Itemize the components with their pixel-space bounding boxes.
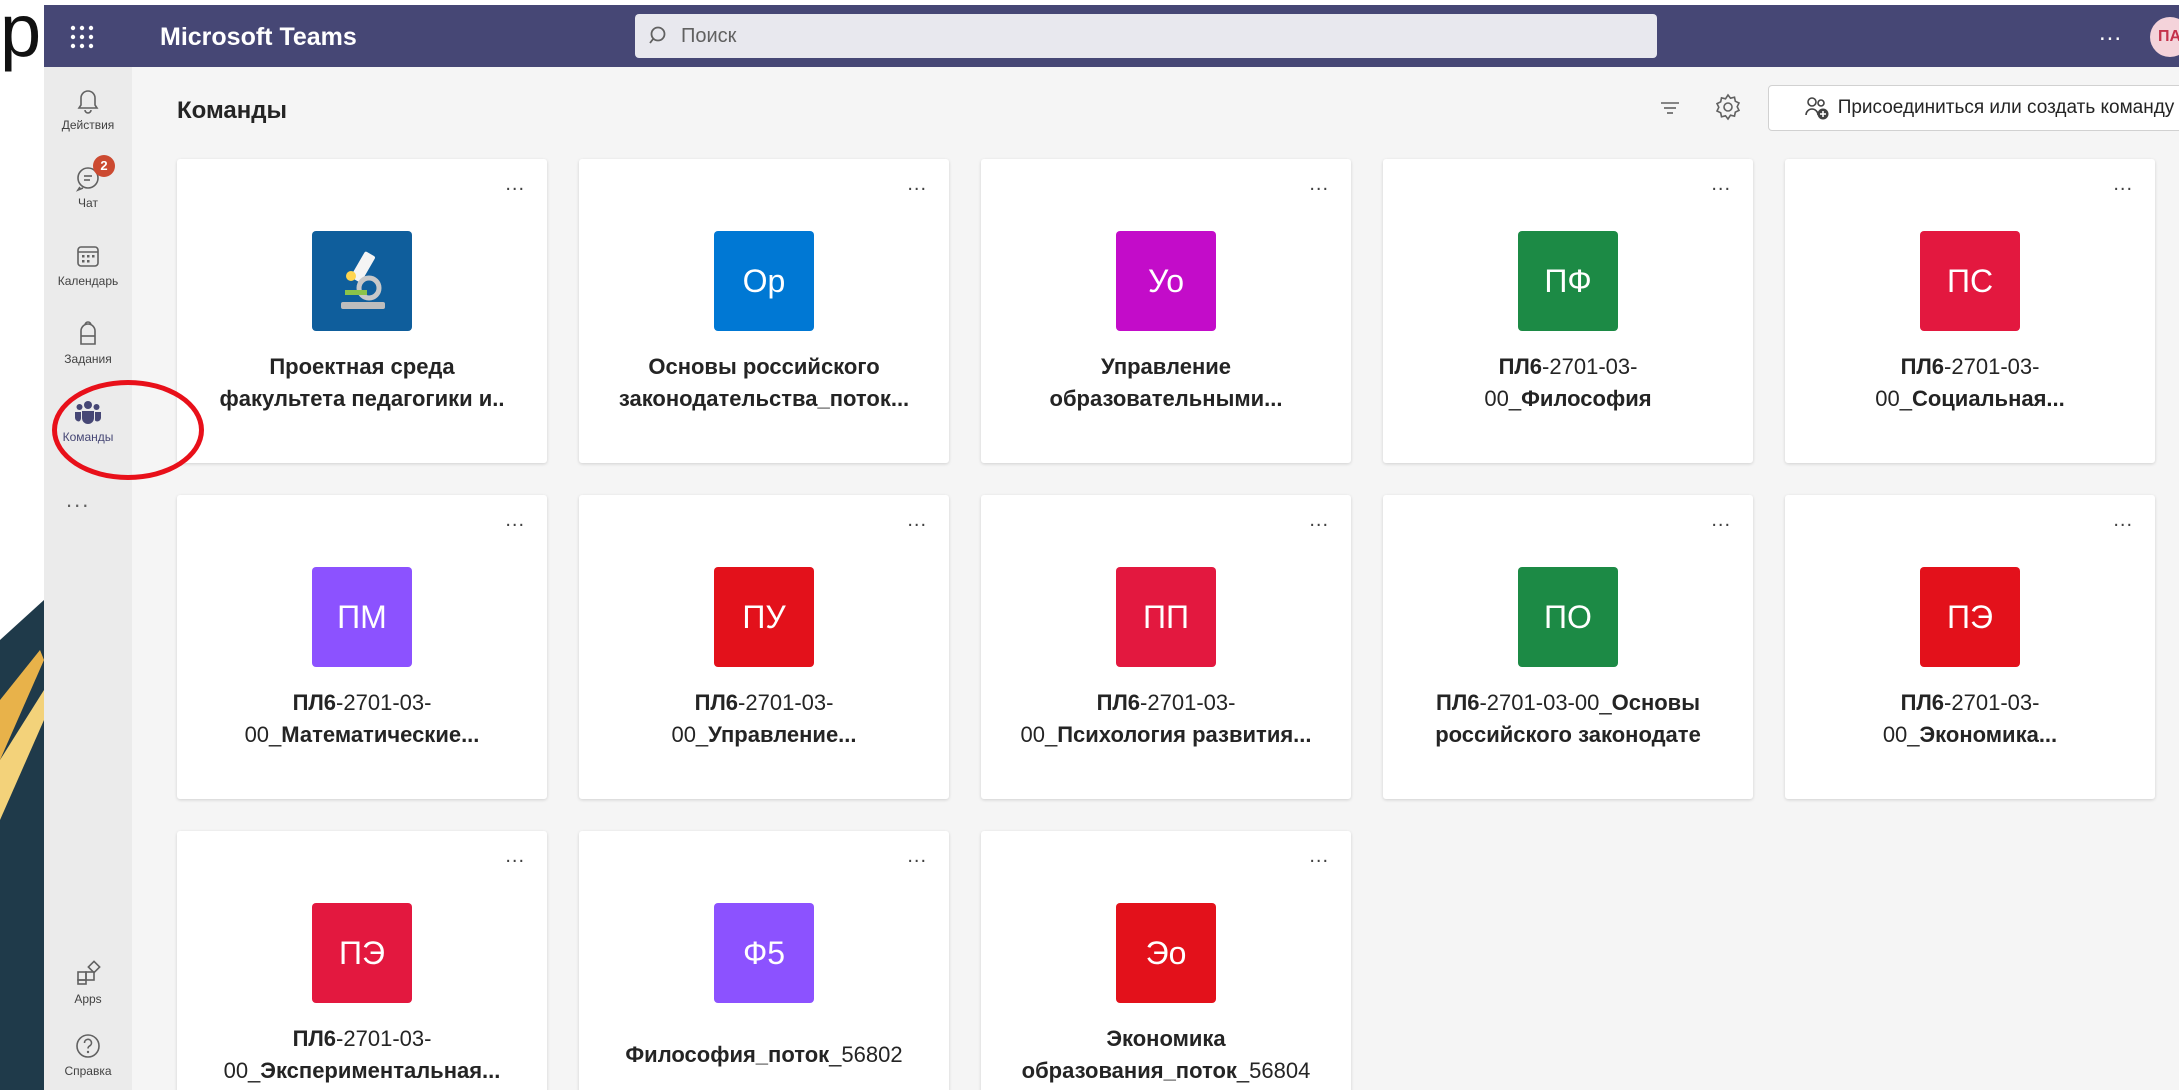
rail-more-apps[interactable]: ... <box>66 487 90 513</box>
team-more-options-button[interactable]: ... <box>1309 509 1329 532</box>
rail-label: Календарь <box>57 274 119 288</box>
team-more-options-button[interactable]: ... <box>907 845 927 868</box>
search-icon <box>649 26 666 44</box>
team-avatar-tile: ПО <box>1518 567 1618 667</box>
filter-icon[interactable] <box>1657 95 1683 121</box>
team-name: Экономика образования_поток_56804 <box>1021 1026 1311 1083</box>
app-bar: Действия 2 Чат Календарь Задания Команды… <box>44 67 132 1090</box>
search-box[interactable] <box>635 14 1657 58</box>
team-card[interactable]: ... ПУ ПЛ6-2701-03- 00_Управление... <box>579 495 949 799</box>
rail-item-apps[interactable]: Apps <box>44 959 132 1006</box>
team-avatar-tile: ПП <box>1116 567 1216 667</box>
rail-label: Действия <box>61 118 115 132</box>
team-more-options-button[interactable]: ... <box>1711 509 1731 532</box>
team-more-options-button[interactable]: ... <box>1711 173 1731 196</box>
user-avatar[interactable]: ПА <box>2150 17 2179 57</box>
search-input[interactable] <box>679 23 1583 49</box>
app-launcher-icon[interactable] <box>62 17 102 57</box>
bell-icon <box>77 90 99 114</box>
join-or-create-team-button[interactable]: Присоединиться или создать команду <box>1768 85 2179 131</box>
team-card[interactable]: ... ПФ ПЛ6-2701-03- 00_Философия <box>1383 159 1753 463</box>
slide-decoration <box>0 600 44 1090</box>
team-card[interactable]: ... ПМ ПЛ6-2701-03- 00_Математические... <box>177 495 547 799</box>
rail-item-calendar[interactable]: Календарь <box>44 241 132 288</box>
team-name: ПЛ6-2701-03- 00_Управление... <box>671 690 857 747</box>
rail-item-help[interactable]: Справка <box>44 1031 132 1078</box>
teams-main: Команды Присоединиться или создать коман… <box>132 67 2179 1090</box>
team-card[interactable]: ... Эо Экономика образования_поток_56804 <box>981 831 1351 1090</box>
team-more-options-button[interactable]: ... <box>2113 173 2133 196</box>
calendar-icon <box>77 246 99 267</box>
team-card[interactable]: ... ПЭ ПЛ6-2701-03- 00_Экспериментальная... <box>177 831 547 1090</box>
backpack-icon <box>80 321 96 345</box>
team-avatar-tile <box>312 231 412 331</box>
team-avatar-tile: ПФ <box>1518 231 1618 331</box>
team-more-options-button[interactable]: ... <box>907 173 927 196</box>
microscope-icon <box>341 251 385 309</box>
team-card[interactable]: ... ПС ПЛ6-2701-03- 00_Социальная... <box>1785 159 2155 463</box>
team-card[interactable]: ... ПЭ ПЛ6-2701-03- 00_Экономика... <box>1785 495 2155 799</box>
team-name: ПЛ6-2701-03- 00_Математические... <box>244 690 480 747</box>
rail-label: Справка <box>64 1064 112 1078</box>
team-more-options-button[interactable]: ... <box>1309 845 1329 868</box>
team-name: ПЛ6-2701-03- 00_Философия <box>1484 354 1652 411</box>
apps-icon <box>77 960 101 985</box>
team-card[interactable]: ... Ор Основы российского законодательства_… <box>579 159 949 463</box>
page-title: Команды <box>177 97 288 124</box>
team-name: Основы российского законодательства_поток… <box>618 354 910 411</box>
team-avatar-tile: ПМ <box>312 567 412 667</box>
team-name: Проектная среда факультета педагогики и.. <box>219 354 505 411</box>
team-avatar-tile: Ор <box>714 231 814 331</box>
rail-label: Команды <box>62 430 114 444</box>
team-name: ПЛ6-2701-03- 00_Экспериментальная... <box>223 1026 501 1083</box>
team-name: ПЛ6-2701-03- 00_Психология развития... <box>1020 690 1312 747</box>
team-more-options-button[interactable]: ... <box>505 173 525 196</box>
team-more-options-button[interactable]: ... <box>505 509 525 532</box>
team-name: Управление образовательными... <box>1049 354 1283 411</box>
rail-label: Чат <box>78 196 98 210</box>
team-card[interactable]: ... Проектная среда факультета педагогики … <box>177 159 547 463</box>
team-name: ПЛ6-2701-03- 00_Социальная... <box>1875 354 2065 411</box>
app-title: Microsoft Teams <box>160 23 357 51</box>
team-card[interactable]: ... ПП ПЛ6-2701-03- 00_Психология развития.… <box>981 495 1351 799</box>
team-card[interactable]: ... Ф5 Философия_поток_56802 <box>579 831 949 1090</box>
chat-badge: 2 <box>93 155 115 177</box>
team-more-options-button[interactable]: ... <box>505 845 525 868</box>
teams-icon <box>75 401 101 424</box>
rail-item-activity[interactable]: Действия <box>44 85 132 132</box>
settings-more-button[interactable]: ... <box>2099 21 2122 45</box>
join-button-label: Присоединиться или создать команду <box>1837 97 2175 118</box>
team-name: ПЛ6-2701-03- 00_Экономика... <box>1882 690 2058 747</box>
teams-window: Microsoft Teams ... ПА Действия <box>44 5 2179 1090</box>
team-avatar-tile: ПС <box>1920 231 2020 331</box>
team-name: ПЛ6-2701-03-00_Основы российского законод… <box>1435 690 1701 747</box>
rail-label: Apps <box>74 992 102 1006</box>
top-bar: Microsoft Teams ... ПА <box>44 5 2179 67</box>
add-people-icon <box>1804 97 1829 120</box>
team-more-options-button[interactable]: ... <box>907 509 927 532</box>
team-avatar-tile: ПЭ <box>1920 567 2020 667</box>
team-avatar-tile: Уо <box>1116 231 1216 331</box>
rail-item-chat[interactable]: 2 Чат <box>44 155 132 210</box>
team-more-options-button[interactable]: ... <box>2113 509 2133 532</box>
team-avatar-tile: ПУ <box>714 567 814 667</box>
rail-item-teams[interactable]: Команды <box>44 397 132 444</box>
team-card[interactable]: ... ПО ПЛ6-2701-03-00_Основы российского за… <box>1383 495 1753 799</box>
rail-label: Задания <box>64 352 112 366</box>
team-avatar-tile: Ф5 <box>714 903 814 1003</box>
team-avatar-tile: ПЭ <box>312 903 412 1003</box>
team-name: Философия_поток_56802 <box>625 1042 903 1067</box>
gear-icon[interactable] <box>1712 91 1744 123</box>
team-card[interactable]: ... Уо Управление образовательными... <box>981 159 1351 463</box>
rail-item-assignments[interactable]: Задания <box>44 319 132 366</box>
help-icon <box>76 1034 100 1058</box>
team-avatar-tile: Эо <box>1116 903 1216 1003</box>
team-more-options-button[interactable]: ... <box>1309 173 1329 196</box>
